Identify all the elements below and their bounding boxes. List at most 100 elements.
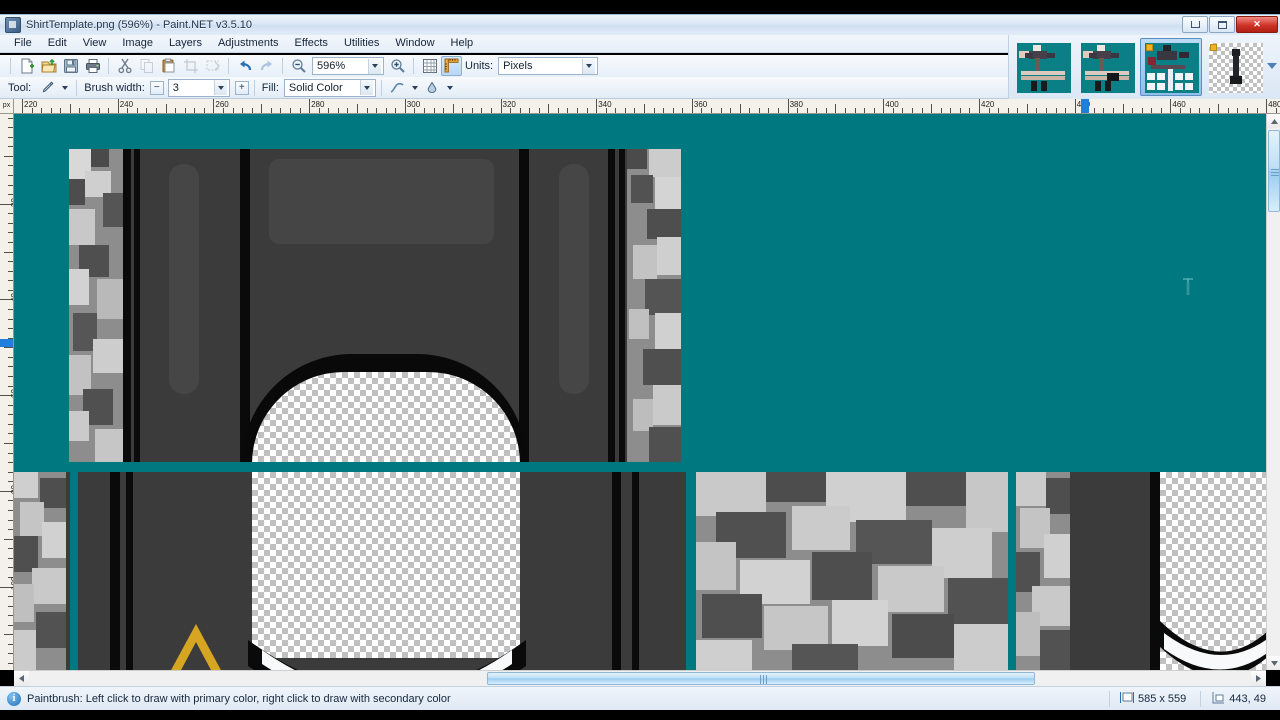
vertical-ruler[interactable]: 020406080100	[0, 114, 14, 670]
menu-item-layers[interactable]: Layers	[161, 35, 210, 52]
crop-to-selection-button[interactable]	[180, 56, 201, 76]
brush-width-value: 3	[172, 81, 179, 94]
shirt-seam-left	[123, 149, 131, 462]
ruler-tick-minor	[175, 108, 177, 113]
thumbnail-3[interactable]	[1140, 38, 1202, 96]
canvas-viewport[interactable]: ENLIST	[14, 114, 1266, 670]
chevron-down-icon[interactable]	[582, 58, 596, 74]
brush-width-combobox[interactable]: 3	[167, 78, 230, 97]
thumbnail-strip-more-button[interactable]	[1265, 55, 1278, 77]
ruler-tick-minor	[41, 108, 43, 113]
undo-button[interactable]	[234, 56, 255, 76]
blend-mode-icon[interactable]	[422, 78, 443, 98]
show-rulers-button[interactable]	[441, 56, 462, 76]
scroll-up-button[interactable]	[1267, 114, 1280, 128]
chevron-down-icon[interactable]	[368, 58, 381, 74]
brush-width-decrease-button[interactable]: −	[149, 80, 164, 95]
ruler-tick-minor	[79, 108, 81, 113]
menu-item-utilities[interactable]: Utilities	[336, 35, 387, 52]
zoom-level-value: 596%	[317, 60, 346, 72]
thumbnail-1[interactable]	[1012, 38, 1074, 96]
ruler-tick-minor	[1256, 108, 1258, 113]
ruler-tick-minor	[1103, 108, 1105, 113]
deselect-all-button[interactable]	[202, 56, 223, 76]
lower-teal-seam-2	[686, 472, 696, 670]
unsaved-changes-indicator	[1146, 44, 1153, 51]
ruler-tick-minor	[969, 108, 971, 113]
camo-far-right	[1016, 472, 1070, 670]
menu-item-view[interactable]: View	[75, 35, 115, 52]
vertical-scrollbar[interactable]	[1266, 114, 1280, 670]
ruler-tick-minor	[8, 241, 13, 243]
status-bar: i Paintbrush: Left click to draw with pr…	[0, 686, 1280, 710]
paintdotnet-window: ShirtTemplate.png (596%) - Paint.NET v3.…	[0, 0, 1280, 720]
ruler-tick-minor	[50, 108, 52, 113]
ruler-tick-minor	[8, 471, 13, 473]
ruler-tick-minor	[586, 108, 588, 113]
menu-item-help[interactable]: Help	[443, 35, 482, 52]
ruler-tick-minor	[8, 615, 13, 617]
thumbnail-4[interactable]	[1204, 38, 1266, 96]
ruler-tick-minor	[701, 108, 703, 113]
document-surface[interactable]: ENLIST	[14, 114, 1266, 670]
fill-combobox[interactable]: Solid Color	[283, 78, 376, 97]
scroll-down-button[interactable]	[1267, 656, 1280, 670]
ruler-tick-minor	[60, 108, 62, 113]
redo-button[interactable]	[256, 56, 277, 76]
ruler-tick-minor	[8, 500, 13, 502]
menu-item-adjustments[interactable]: Adjustments	[210, 35, 287, 52]
save-image-button[interactable]	[60, 56, 81, 76]
print-image-button[interactable]	[82, 56, 103, 76]
menu-item-effects[interactable]: Effects	[287, 35, 336, 52]
scroll-right-button[interactable]	[1251, 671, 1266, 686]
ruler-tick-minor	[4, 251, 13, 253]
ruler-tick-minor	[615, 108, 617, 113]
ruler-tick-minor	[1199, 108, 1201, 113]
antialiasing-icon[interactable]	[387, 78, 408, 98]
scroll-left-button[interactable]	[14, 671, 29, 686]
ruler-tick-minor	[8, 624, 13, 626]
ruler-tick-minor	[845, 108, 847, 113]
new-image-button[interactable]	[16, 56, 37, 76]
thumbnail-2[interactable]	[1076, 38, 1138, 96]
paintbrush-tool-icon[interactable]	[36, 78, 57, 98]
units-combobox[interactable]: Pixels	[498, 57, 599, 75]
brush-width-increase-button[interactable]: +	[234, 80, 249, 95]
close-button[interactable]: ✕	[1236, 16, 1278, 33]
menu-item-image[interactable]: Image	[114, 35, 161, 52]
open-image-button[interactable]	[38, 56, 59, 76]
vertical-scrollbar-thumb[interactable]	[1268, 130, 1280, 212]
minimize-button[interactable]	[1182, 16, 1208, 33]
info-icon: i	[7, 691, 21, 706]
ruler-tick-minor	[4, 442, 13, 444]
copy-button[interactable]	[136, 56, 157, 76]
zoom-out-button[interactable]	[288, 56, 309, 76]
menu-item-edit[interactable]: Edit	[40, 35, 75, 52]
zoom-in-button[interactable]	[387, 56, 408, 76]
tool-dropdown-button[interactable]	[58, 78, 71, 98]
blend-mode-dropdown-button[interactable]	[444, 78, 456, 98]
horizontal-scrollbar[interactable]	[14, 670, 1266, 686]
zoom-level-combobox[interactable]: 596%	[312, 57, 384, 75]
maximize-button[interactable]	[1209, 16, 1235, 33]
menu-item-file[interactable]: File	[6, 35, 40, 52]
show-grid-button[interactable]	[419, 56, 440, 76]
paste-button[interactable]	[158, 56, 179, 76]
ruler-tick-minor	[8, 404, 13, 406]
horizontal-ruler[interactable]: 2202402602803003203403603804004204404604…	[14, 99, 1280, 114]
ruler-tick-minor	[8, 174, 13, 176]
ruler-tick-minor	[8, 165, 13, 167]
horizontal-scrollbar-thumb[interactable]	[487, 672, 1035, 685]
ruler-tick-minor	[806, 108, 808, 113]
ruler-tick-minor	[672, 108, 674, 113]
chevron-down-icon[interactable]	[359, 80, 373, 95]
chevron-down-icon[interactable]	[213, 80, 227, 95]
cut-button[interactable]	[114, 56, 135, 76]
ruler-tick-major	[691, 99, 693, 113]
ruler-tick-minor	[136, 108, 138, 113]
ruler-tick-minor	[8, 261, 13, 263]
menu-item-window[interactable]: Window	[387, 35, 442, 52]
ruler-tick-minor	[653, 108, 655, 113]
ruler-tick-minor	[481, 108, 483, 113]
antialiasing-dropdown-button[interactable]	[409, 78, 421, 98]
